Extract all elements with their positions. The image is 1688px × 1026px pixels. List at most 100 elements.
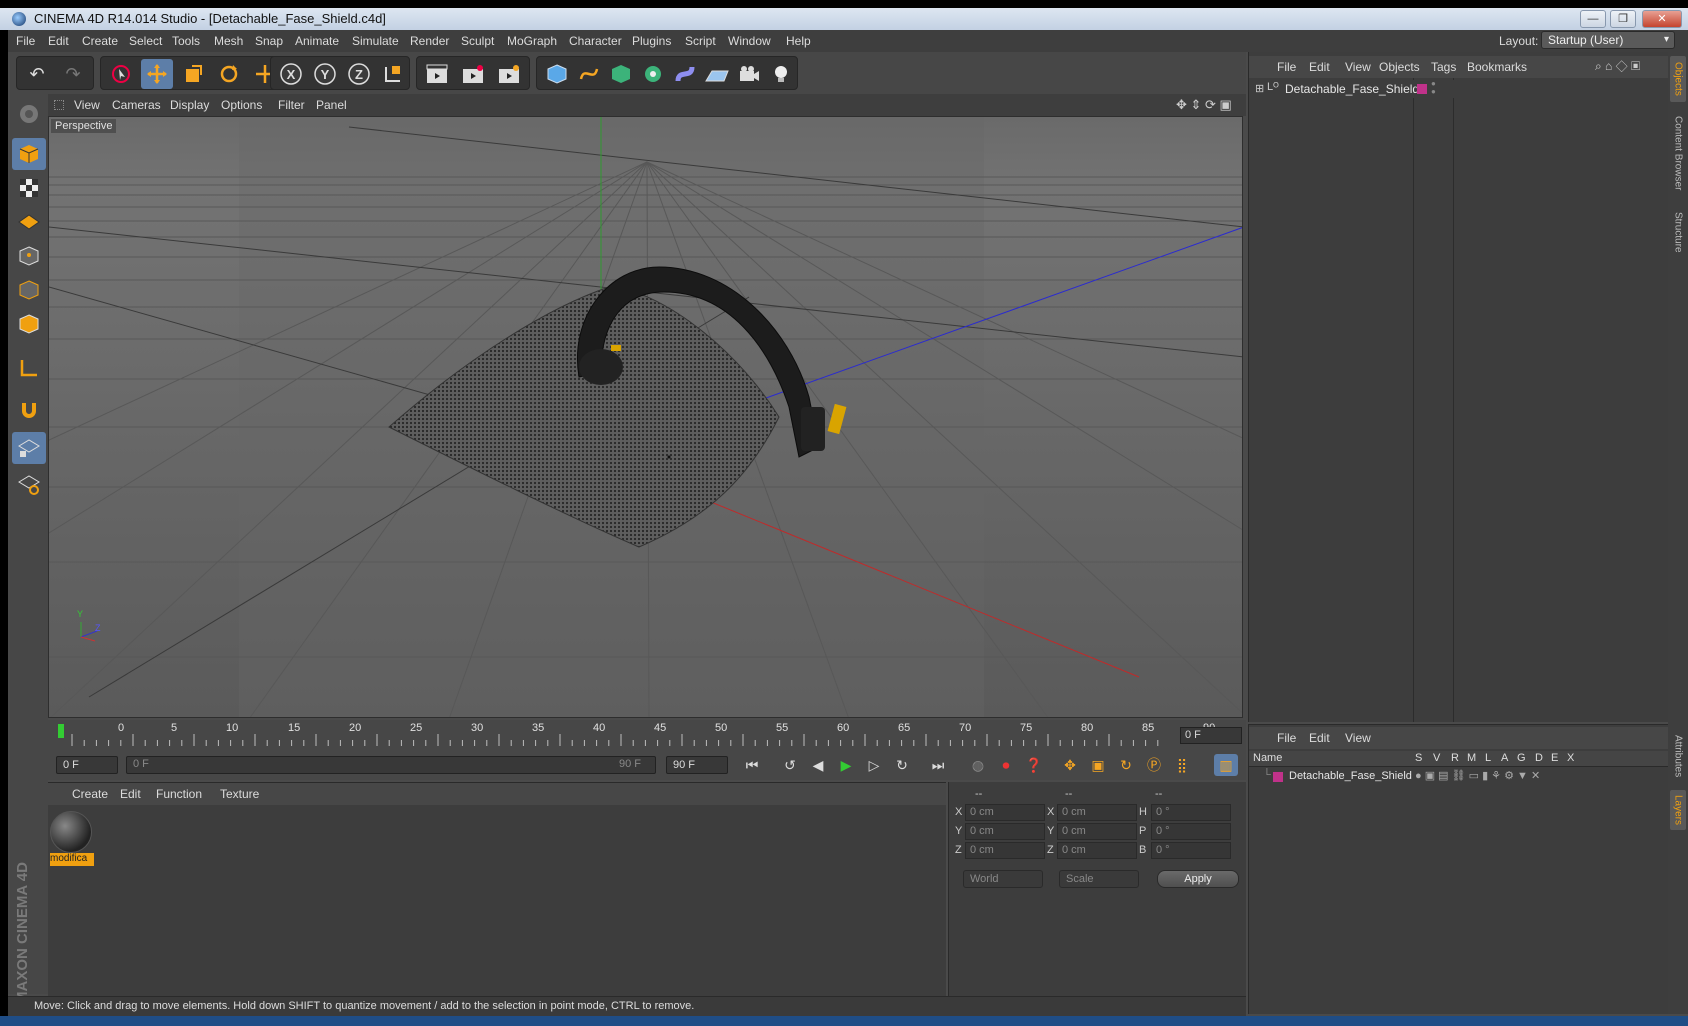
size-x-field[interactable]: 0 cm [1057,804,1137,821]
workplane-mode-icon[interactable] [12,206,46,238]
rotation-b-field[interactable]: 0 ° [1151,842,1231,859]
viewport-menu-panel[interactable]: Panel [316,98,347,112]
spline-icon[interactable] [573,59,605,89]
object-menu-bookmarks[interactable]: Bookmarks [1467,60,1527,74]
menu-file[interactable]: File [16,34,35,48]
autokeying-icon[interactable]: ⏺ [994,754,1018,776]
menu-mesh[interactable]: Mesh [214,34,243,48]
restore-button[interactable]: ❐ [1610,10,1636,28]
viewport-menu-cameras[interactable]: Cameras [112,98,161,112]
snap-enable-icon[interactable] [12,432,46,464]
viewport-menu-filter[interactable]: Filter [278,98,305,112]
key-scale-icon[interactable]: ▣ [1086,754,1110,776]
layer-name[interactable]: Detachable_Fase_Shield [1289,770,1412,782]
object-name[interactable]: Detachable_Fase_Shield [1285,82,1419,96]
tab-layers[interactable]: Layers [1670,790,1686,830]
position-y-field[interactable]: 0 cm [965,823,1045,840]
model-mode-icon[interactable] [12,138,46,170]
tab-content-browser[interactable]: Content Browser [1670,108,1686,198]
visibility-dots-icon[interactable]: ● ● [1431,80,1436,96]
rotation-h-field[interactable]: 0 ° [1151,804,1231,821]
tab-objects[interactable]: Objects [1670,56,1686,102]
go-to-start-icon[interactable]: ⏮ [740,754,764,776]
menu-character[interactable]: Character [569,34,622,48]
viewport-menu-view[interactable]: View [74,98,100,112]
layer-color-icon[interactable] [1417,84,1427,94]
light-icon[interactable] [765,59,797,89]
render-picture-viewer-icon[interactable] [457,59,489,89]
x-axis-lock-icon[interactable]: X [275,59,307,89]
position-z-field[interactable]: 0 cm [965,842,1045,859]
snap-settings-icon[interactable] [12,468,46,500]
menu-script[interactable]: Script [685,34,716,48]
go-to-end-icon[interactable]: ⏭ [926,754,950,776]
material-swatch[interactable]: modifica [50,811,94,867]
render-view-icon[interactable] [421,59,453,89]
coordinate-mode-select[interactable]: World [963,870,1043,888]
array-icon[interactable] [637,59,669,89]
start-frame-field[interactable]: 0 F [56,756,118,774]
cube-object-icon[interactable] [541,59,573,89]
close-button[interactable]: ✕ [1642,10,1682,28]
current-frame-field[interactable]: 0 F [1180,727,1242,744]
menu-animate[interactable]: Animate [295,34,339,48]
menu-edit[interactable]: Edit [48,34,69,48]
frame-range-slider[interactable]: 0 F 90 F [126,756,656,774]
size-mode-select[interactable]: Scale [1059,870,1139,888]
live-selection-icon[interactable] [105,59,137,89]
layer-menu-file[interactable]: File [1277,731,1296,745]
deformer-icon[interactable] [669,59,701,89]
menu-sculpt[interactable]: Sculpt [461,34,494,48]
expand-toggle-icon[interactable]: ⊞ [1255,82,1264,95]
viewport-navigation-icons[interactable]: ✥ ⇕ ⟳ ▣ [1176,97,1232,113]
menu-plugins[interactable]: Plugins [632,34,671,48]
layer-flag-icons[interactable]: ● ▣ ▤ ⛓ ▭ ▮ ⚘ ⚙ ▼ ✕ [1415,769,1540,782]
render-settings-icon[interactable] [493,59,525,89]
material-menu-texture[interactable]: Texture [220,787,259,801]
menu-tools[interactable]: Tools [172,34,200,48]
record-active-objects-icon[interactable]: ◍ [966,754,990,776]
size-y-field[interactable]: 0 cm [1057,823,1137,840]
layer-row[interactable]: └ Detachable_Fase_Shield ● ▣ ▤ ⛓ ▭ ▮ ⚘ ⚙… [1249,769,1669,785]
undo-icon[interactable]: ↶ [21,59,53,89]
axis-mode-icon[interactable] [12,352,46,384]
layout-select[interactable]: Startup (User) [1541,31,1675,49]
layer-menu-edit[interactable]: Edit [1309,731,1330,745]
make-editable-icon[interactable] [12,98,46,130]
viewport-menu-display[interactable]: Display [170,98,209,112]
scale-tool-icon[interactable] [177,59,209,89]
menu-create[interactable]: Create [82,34,118,48]
size-z-field[interactable]: 0 cm [1057,842,1137,859]
nurbs-icon[interactable] [605,59,637,89]
menu-simulate[interactable]: Simulate [352,34,399,48]
end-frame-field[interactable]: 90 F [666,756,728,774]
keyframe-selection-icon[interactable]: ❓ [1022,754,1046,776]
material-menu-function[interactable]: Function [156,787,202,801]
floor-icon[interactable] [701,59,733,89]
minimize-button[interactable]: — [1580,10,1606,28]
menu-help[interactable]: Help [786,34,811,48]
previous-frame-icon[interactable]: ◀ [806,754,830,776]
camera-icon[interactable] [733,59,765,89]
layer-menu-view[interactable]: View [1345,731,1371,745]
edges-mode-icon[interactable] [12,274,46,306]
object-menu-tags[interactable]: Tags [1431,60,1456,74]
viewport-camera-label[interactable]: Perspective [51,119,117,133]
object-menu-edit[interactable]: Edit [1309,60,1330,74]
apply-button[interactable]: Apply [1157,870,1239,888]
z-axis-lock-icon[interactable]: Z [343,59,375,89]
redo-icon[interactable]: ↷ [57,59,89,89]
menu-snap[interactable]: Snap [255,34,283,48]
tweak-mode-icon[interactable] [12,394,46,426]
object-manager-search-icon[interactable]: ⌕ ⌂ ◇ ▣ [1595,59,1640,74]
object-row[interactable]: ⊞ Lᴼ Detachable_Fase_Shield ● ● [1249,80,1669,98]
polygons-mode-icon[interactable] [12,308,46,340]
object-menu-view[interactable]: View [1345,60,1371,74]
rotation-p-field[interactable]: 0 ° [1151,823,1231,840]
timeline-ruler[interactable]: 0 5 10 15 20 25 30 35 40 45 50 55 60 65 … [48,720,1246,750]
tab-structure[interactable]: Structure [1670,202,1686,262]
points-mode-icon[interactable] [12,240,46,272]
key-pla-icon[interactable]: ⣿ [1170,754,1194,776]
menu-window[interactable]: Window [728,34,771,48]
timeline-scheme-icon[interactable]: ▥ [1214,754,1238,776]
